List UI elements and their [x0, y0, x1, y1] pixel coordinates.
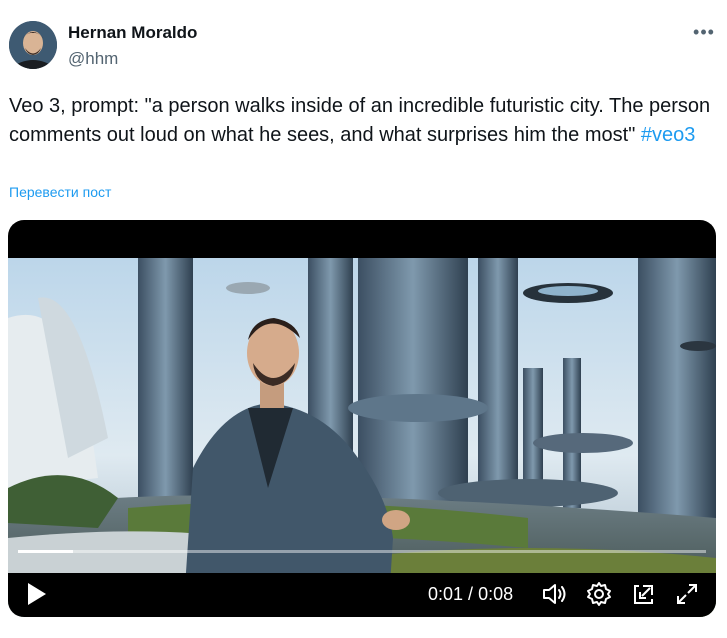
progress-bar[interactable]	[18, 550, 706, 553]
translate-post-link[interactable]: Перевести пост	[9, 184, 111, 200]
fullscreen-icon[interactable]	[673, 580, 701, 608]
picture-in-picture-icon[interactable]	[630, 580, 658, 608]
hashtag-link[interactable]: #veo3	[641, 124, 696, 146]
video-player[interactable]: 0:01 / 0:08	[8, 220, 716, 617]
author-name[interactable]: Hernan Moraldo	[68, 23, 197, 43]
avatar[interactable]	[9, 21, 57, 69]
post-text: Veo 3, prompt: "a person walks inside of…	[9, 92, 721, 150]
control-bar: 0:01 / 0:08	[8, 573, 716, 617]
gear-icon[interactable]	[585, 580, 613, 608]
play-icon[interactable]	[26, 581, 48, 607]
current-time: 0:01	[428, 584, 464, 604]
time-display: 0:01 / 0:08	[428, 584, 513, 605]
author-handle[interactable]: @hhm	[68, 49, 118, 69]
time-separator: /	[463, 584, 479, 604]
duration: 0:08	[478, 584, 514, 604]
post-body: Veo 3, prompt: "a person walks inside of…	[9, 95, 711, 146]
progress-fill	[18, 550, 74, 553]
video-controls: 0:01 / 0:08	[8, 545, 716, 617]
more-icon[interactable]: •••	[692, 22, 716, 46]
volume-icon[interactable]	[540, 580, 568, 608]
